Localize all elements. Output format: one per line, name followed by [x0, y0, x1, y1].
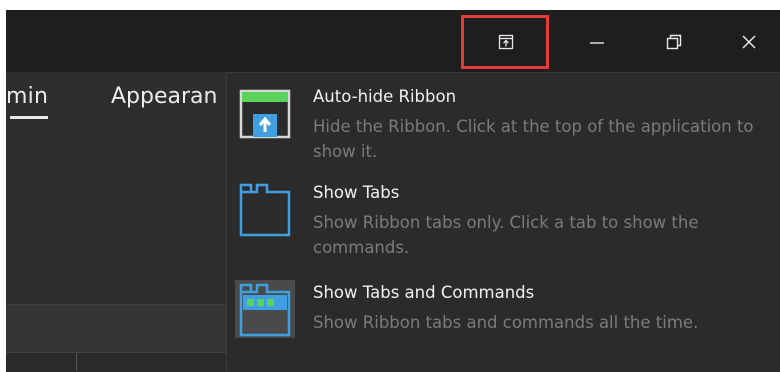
active-tab-underline: [10, 116, 48, 119]
close-icon: [742, 35, 756, 49]
divider: [76, 353, 77, 371]
auto-hide-ribbon-icon: [235, 84, 295, 142]
menu-item-description: Show Ribbon tabs only. Click a tab to sh…: [313, 213, 699, 257]
menu-item-description: Show Ribbon tabs and commands all the ti…: [313, 313, 699, 332]
application-window: min Appearan Auto-hide Ribbon Hide the R…: [0, 0, 780, 372]
menu-item-auto-hide-ribbon[interactable]: Auto-hide Ribbon Hide the Ribbon. Click …: [233, 81, 780, 171]
menu-item-title: Show Tabs: [313, 183, 400, 202]
minimize-button[interactable]: [565, 16, 629, 68]
ribbon-content-strip: [6, 304, 234, 353]
tab-admin[interactable]: min: [6, 84, 48, 109]
ribbon-bottom-area: [6, 352, 234, 372]
restore-button[interactable]: [642, 16, 706, 68]
close-button[interactable]: [717, 16, 780, 68]
tab-appearance[interactable]: Appearan: [111, 84, 223, 109]
restore-icon: [666, 34, 682, 50]
highlight-frame: [461, 15, 549, 69]
show-tabs-and-commands-icon: [235, 280, 295, 338]
ribbon-display-options-menu: Auto-hide Ribbon Hide the Ribbon. Click …: [226, 72, 780, 372]
menu-item-title: Auto-hide Ribbon: [313, 87, 457, 106]
show-tabs-icon: [235, 180, 295, 238]
menu-item-show-tabs-and-commands[interactable]: Show Tabs and Commands Show Ribbon tabs …: [233, 277, 780, 372]
minimize-icon: [590, 42, 604, 44]
menu-item-show-tabs[interactable]: Show Tabs Show Ribbon tabs only. Click a…: [233, 177, 780, 267]
menu-item-description: Hide the Ribbon. Click at the top of the…: [313, 117, 754, 161]
menu-item-title: Show Tabs and Commands: [313, 283, 535, 302]
